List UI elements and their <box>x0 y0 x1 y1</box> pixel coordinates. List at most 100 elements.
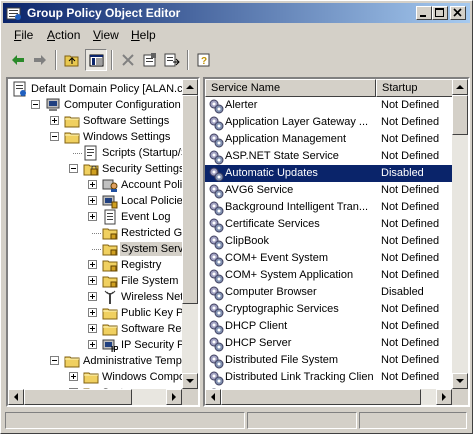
service-row[interactable]: Distributed File System Not Defined <box>205 352 454 369</box>
arrow-up-icon <box>456 85 464 89</box>
scroll-right-button[interactable] <box>166 389 182 405</box>
tree-item[interactable]: File System <box>8 273 182 289</box>
scroll-right-button[interactable] <box>436 389 452 405</box>
tree-item[interactable]: Event Log <box>8 209 182 225</box>
security-icon <box>83 164 99 176</box>
tree-item[interactable]: Account Policies <box>8 177 198 193</box>
tree-item[interactable]: Administrative Template <box>8 353 198 369</box>
scripts-icon <box>84 145 97 161</box>
service-row[interactable]: ASP.NET State Service Not Defined <box>205 148 454 165</box>
service-row[interactable]: ClipBook Not Defined <box>205 233 454 250</box>
service-row[interactable]: Distributed Link Tracking Client Not Defi… <box>205 369 454 386</box>
help-icon: ? <box>197 53 210 67</box>
service-row[interactable]: Computer Browser Disabled <box>205 284 454 301</box>
service-name: Computer Browser <box>225 286 317 298</box>
tree-item[interactable]: IP IP Security Polici <box>8 337 198 353</box>
tree-item[interactable]: Security Settings <box>8 161 185 177</box>
tree-item[interactable]: Public Key Policie <box>8 305 198 321</box>
expand-button[interactable] <box>88 292 97 301</box>
tree-item[interactable]: System Services <box>8 241 198 257</box>
scroll-thumb[interactable] <box>182 95 198 304</box>
folder-icon <box>64 356 80 368</box>
expand-button[interactable] <box>88 196 97 205</box>
service-row[interactable]: AVG6 Service Not Defined <box>205 182 454 199</box>
service-row[interactable]: Application Layer Gateway ... Not Defined <box>205 114 454 131</box>
collapse-button[interactable] <box>69 164 78 173</box>
svg-text:?: ? <box>201 56 207 67</box>
expand-button[interactable] <box>88 180 97 189</box>
service-gear-icon <box>209 320 224 335</box>
tree-item-label: Software Settings <box>83 115 170 127</box>
tree-item[interactable]: Windows Componen <box>8 369 198 385</box>
tree-item[interactable]: Windows Settings <box>8 129 182 145</box>
service-row[interactable]: Certificate Services Not Defined <box>205 216 454 233</box>
service-row[interactable]: DHCP Server Not Defined <box>205 335 454 352</box>
tree-item[interactable]: Wireless Networ <box>8 289 198 305</box>
menu-view[interactable]: View <box>93 28 119 42</box>
service-row[interactable]: COM+ Event System Not Defined <box>205 250 454 267</box>
service-gear-icon <box>209 235 224 250</box>
menu-file[interactable]: File <box>14 28 33 42</box>
expand-button[interactable] <box>88 260 97 269</box>
scroll-thumb[interactable] <box>452 95 468 135</box>
tree-item[interactable]: Software Restric <box>8 321 198 337</box>
tree-item[interactable]: Local Policies <box>8 193 188 209</box>
show-hide-tree-button[interactable] <box>85 49 107 71</box>
tree-horizontal-scrollbar[interactable] <box>8 389 182 405</box>
title-bar[interactable]: Group Policy Object Editor <box>3 3 470 23</box>
service-row[interactable]: Cryptographic Services Not Defined <box>205 301 454 318</box>
tree-item[interactable]: Scripts (Startup/Shu <box>8 145 198 161</box>
tree-item[interactable]: Registry <box>8 257 182 273</box>
delete-button[interactable] <box>117 49 139 71</box>
expand-button[interactable] <box>88 308 97 317</box>
tree-vertical-scrollbar[interactable] <box>182 79 198 389</box>
menu-help[interactable]: Help <box>131 28 156 42</box>
service-gear-icon <box>209 167 224 182</box>
scroll-down-button[interactable] <box>182 373 198 389</box>
expand-button[interactable] <box>88 324 97 333</box>
scroll-up-button[interactable] <box>182 79 198 95</box>
tree-item-label: Security Settings <box>102 163 185 175</box>
service-row[interactable]: Application Management Not Defined <box>205 131 454 148</box>
scroll-down-button[interactable] <box>452 373 468 389</box>
service-row[interactable]: DHCP Client Not Defined <box>205 318 454 335</box>
column-header-startup[interactable]: Startup <box>376 79 454 97</box>
service-row[interactable]: COM+ System Application Not Defined <box>205 267 454 284</box>
close-button[interactable] <box>450 6 466 20</box>
tree-item[interactable]: Software Settings <box>8 113 182 129</box>
scroll-thumb[interactable] <box>221 389 421 405</box>
collapse-button[interactable] <box>50 356 59 365</box>
scroll-left-button[interactable] <box>205 389 221 405</box>
service-row[interactable]: Background Intelligent Tran... Not Define… <box>205 199 454 216</box>
service-row[interactable]: Automatic Updates Disabled <box>205 165 454 182</box>
back-button[interactable] <box>7 49 29 71</box>
scroll-left-button[interactable] <box>8 389 24 405</box>
maximize-button[interactable] <box>432 6 448 20</box>
column-header-service-name[interactable]: Service Name <box>205 79 376 97</box>
list-horizontal-scrollbar[interactable] <box>205 389 452 405</box>
expand-button[interactable] <box>50 116 59 125</box>
tree-item[interactable]: Default Domain Policy [ALAN.cp. <box>8 81 192 97</box>
tree-item[interactable]: Restricted Group <box>8 225 198 241</box>
tree-pane[interactable]: Default Domain Policy [ALAN.cp. Computer … <box>6 77 200 407</box>
expand-button[interactable] <box>88 276 97 285</box>
expand-button[interactable] <box>69 372 78 381</box>
scroll-thumb[interactable] <box>24 389 132 405</box>
expand-button[interactable] <box>88 340 97 349</box>
tree-item[interactable]: Computer Configuration <box>8 97 182 113</box>
properties-button[interactable] <box>139 49 161 71</box>
expand-button[interactable] <box>88 212 97 221</box>
collapse-button[interactable] <box>31 100 40 109</box>
details-pane[interactable]: Service Name Startup Alerter Not Defined A… <box>203 77 470 407</box>
list-vertical-scrollbar[interactable] <box>452 79 468 389</box>
scroll-up-button[interactable] <box>452 79 468 95</box>
export-list-button[interactable] <box>161 49 183 71</box>
forward-button[interactable] <box>29 49 51 71</box>
service-row[interactable]: Alerter Not Defined <box>205 97 454 114</box>
menu-action[interactable]: Action <box>47 28 80 42</box>
minimize-button[interactable] <box>416 6 432 20</box>
up-one-level-button[interactable] <box>61 49 83 71</box>
help-button[interactable]: ? <box>193 49 215 71</box>
collapse-button[interactable] <box>50 132 59 141</box>
tree-item-label: Local Policies <box>121 195 189 207</box>
